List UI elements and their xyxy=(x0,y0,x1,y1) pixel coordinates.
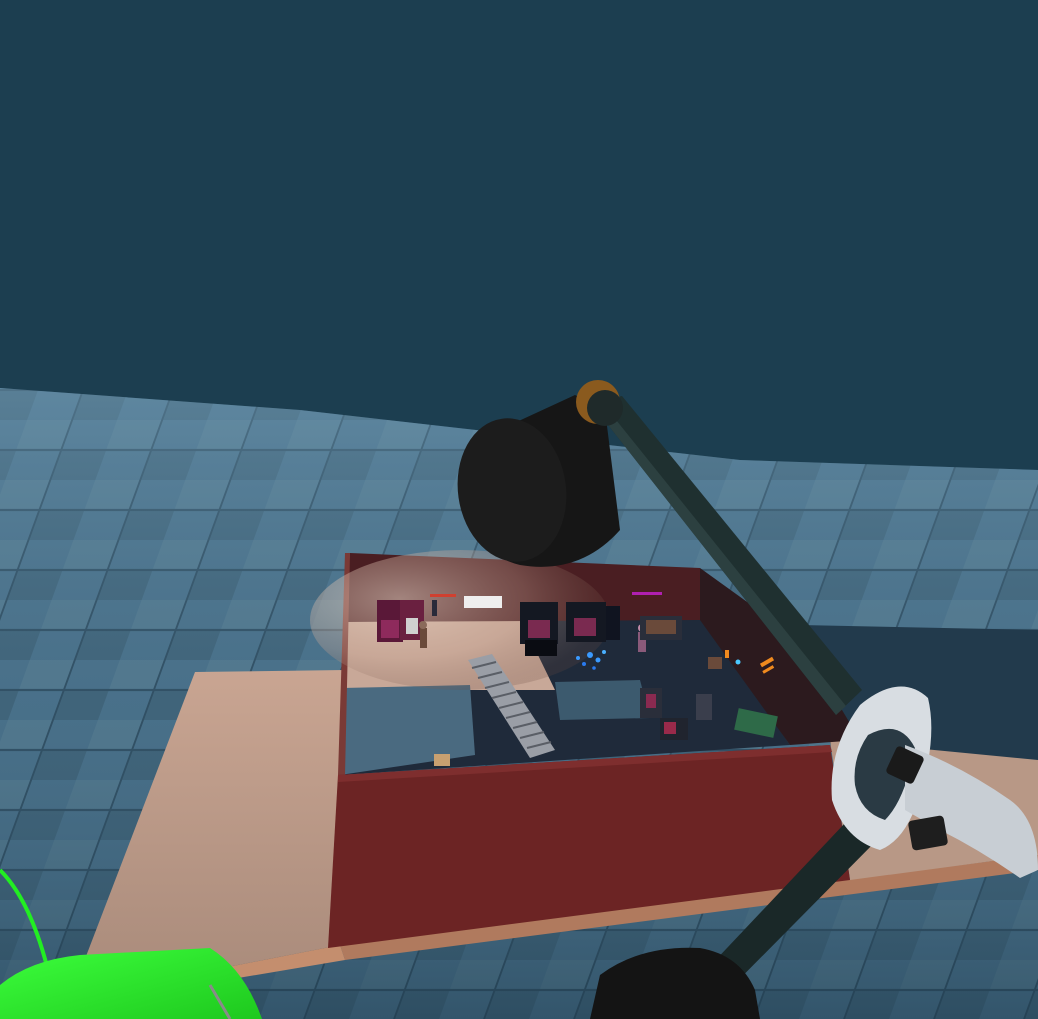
model-white-sign xyxy=(464,596,502,608)
model-red-label xyxy=(430,594,456,597)
vr-scene-viewport xyxy=(0,0,1038,1019)
model-left-kiosks xyxy=(377,600,424,642)
lamp-light-pool xyxy=(310,550,610,690)
controller-grip-button[interactable] xyxy=(908,815,949,851)
vr-scene-svg xyxy=(0,0,1038,1019)
model-magenta-label xyxy=(632,592,662,595)
model-blue-block xyxy=(555,680,650,720)
